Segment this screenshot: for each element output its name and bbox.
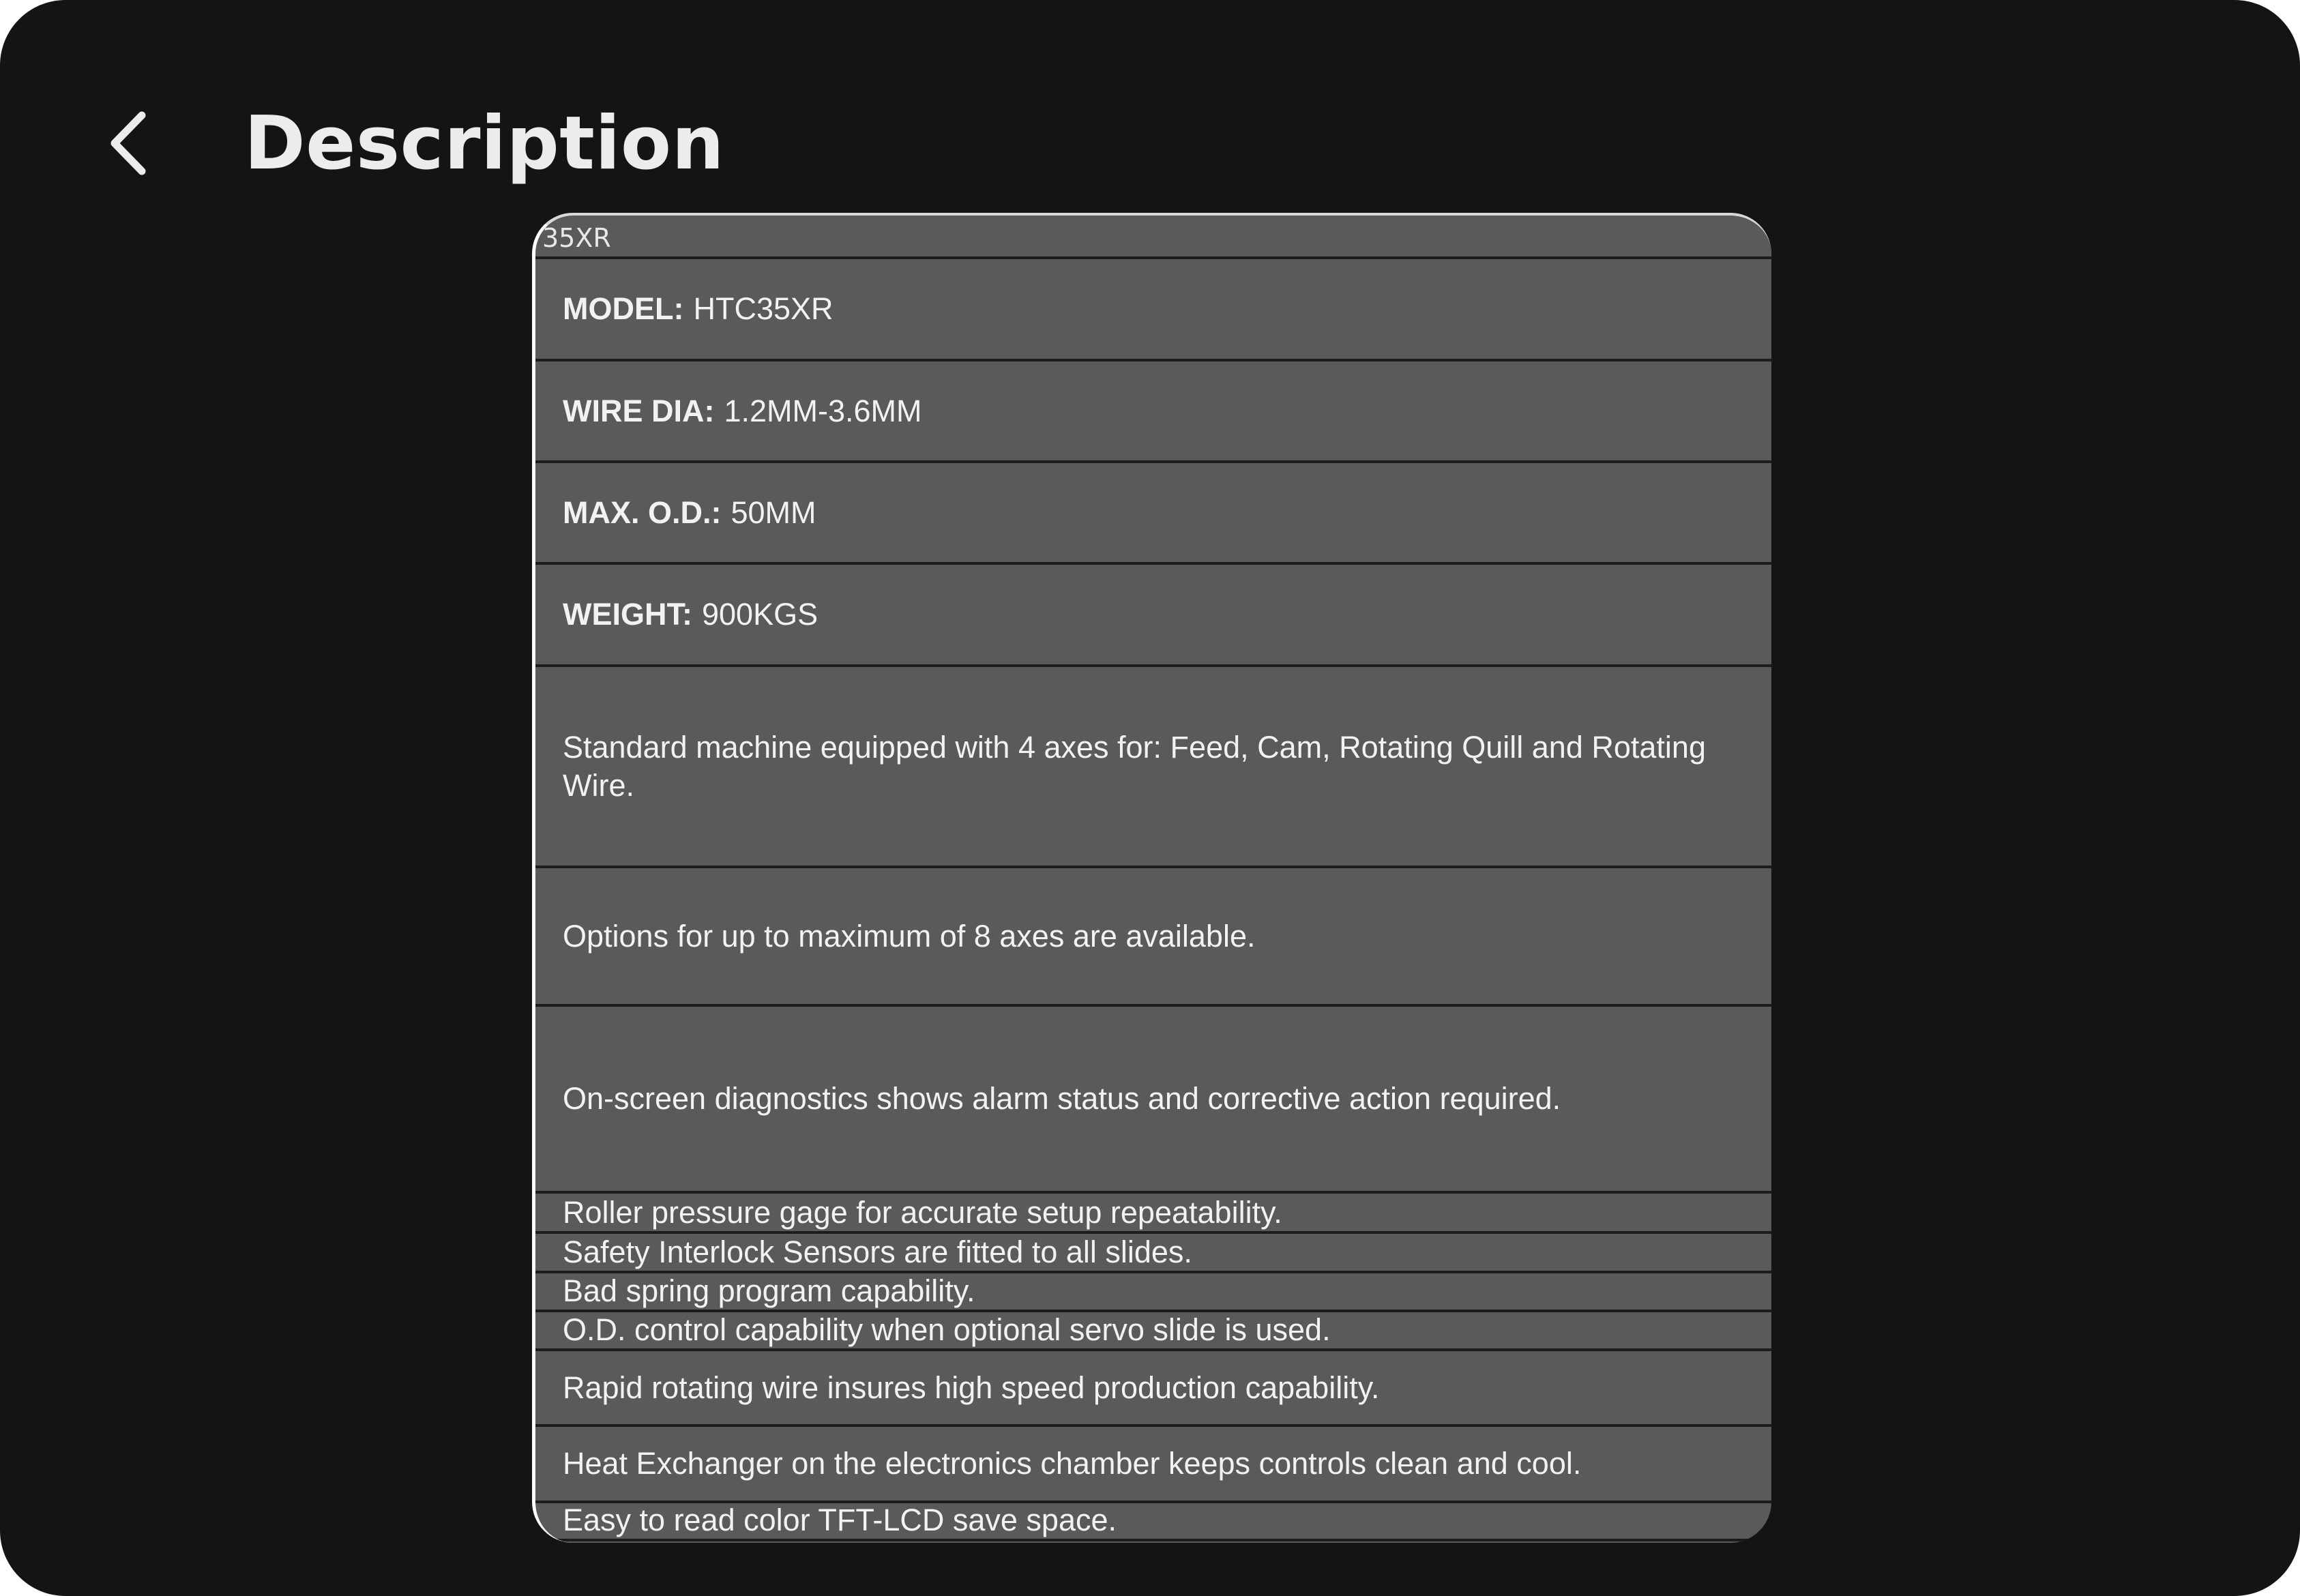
- chevron-left-icon: [110, 111, 146, 175]
- spec-label: WEIGHT:: [563, 597, 692, 632]
- feature-text: Safety Interlock Sensors are fitted to a…: [563, 1235, 1192, 1269]
- feature-row: Easy to read color TFT-LCD save space.: [535, 1501, 1771, 1541]
- spec-value: 900KGS: [701, 597, 819, 632]
- feature-text: Easy to read color TFT-LCD save space.: [563, 1503, 1117, 1537]
- feature-text: Rapid rotating wire insures high speed p…: [563, 1370, 1380, 1405]
- spec-label: MODEL:: [563, 291, 684, 326]
- feature-row: Roller pressure gage for accurate setup …: [535, 1191, 1771, 1231]
- feature-text: Heat Exchanger on the electronics chambe…: [563, 1446, 1582, 1481]
- feature-row: Standard machine equipped with 4 axes fo…: [535, 664, 1771, 866]
- feature-row: Rapid rotating wire insures high speed p…: [535, 1348, 1771, 1424]
- feature-text: O.D. control capability when optional se…: [563, 1312, 1331, 1347]
- feature-row: O.D. control capability when optional se…: [535, 1310, 1771, 1348]
- feature-row: Safety Interlock Sensors are fitted to a…: [535, 1231, 1771, 1271]
- feature-text: Standard machine equipped with 4 axes fo…: [563, 729, 1706, 803]
- feature-row: Heat Exchanger on the electronics chambe…: [535, 1424, 1771, 1501]
- feature-text: Bad spring program capability.: [563, 1273, 975, 1308]
- page-title: Description: [244, 101, 725, 186]
- spec-row-max-od: MAX. O.D.: 50MM: [535, 460, 1771, 562]
- spec-label: MAX. O.D.:: [563, 494, 722, 530]
- spec-row-wire-dia: WIRE DIA: 1.2MM-3.6MM: [535, 359, 1771, 460]
- header-bar: Description: [0, 0, 2300, 205]
- back-button[interactable]: [102, 89, 191, 198]
- spec-value: HTC35XR: [693, 291, 834, 326]
- feature-text: Roller pressure gage for accurate setup …: [563, 1195, 1282, 1230]
- spec-row-weight: WEIGHT: 900KGS: [535, 562, 1771, 664]
- spec-value: 1.2MM-3.6MM: [724, 393, 922, 428]
- description-document[interactable]: 35XR MODEL: HTC35XR WIRE DIA: 1.2MM-3.6M…: [532, 213, 1771, 1543]
- app-screen: Description 35XR MODEL: HTC35XR WIRE DIA…: [0, 0, 2300, 1596]
- spec-label: WIRE DIA:: [563, 393, 715, 428]
- document-caption: 35XR: [542, 223, 611, 253]
- spec-row-model: MODEL: HTC35XR: [535, 256, 1771, 359]
- feature-row: Options for up to maximum of 8 axes are …: [535, 866, 1771, 1004]
- feature-text: Options for up to maximum of 8 axes are …: [563, 918, 1256, 954]
- spec-value: 50MM: [731, 494, 816, 530]
- feature-row: On-screen diagnostics shows alarm status…: [535, 1004, 1771, 1191]
- feature-row: Bad spring program capability.: [535, 1271, 1771, 1310]
- feature-text: On-screen diagnostics shows alarm status…: [563, 1081, 1561, 1116]
